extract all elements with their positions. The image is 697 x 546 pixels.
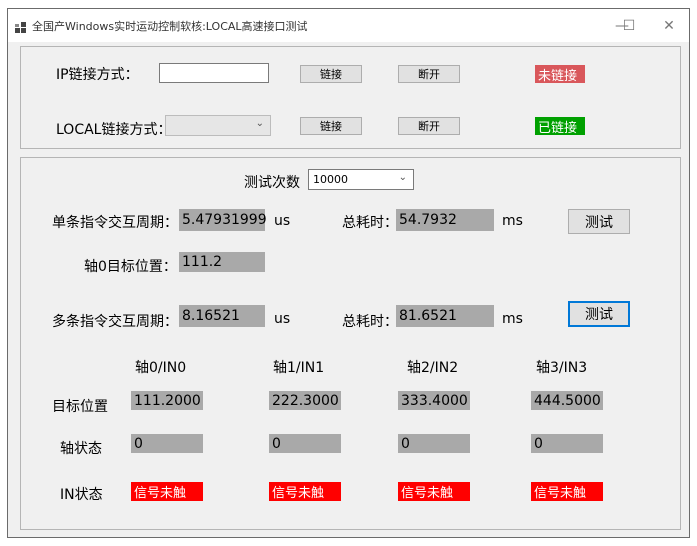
axis-state-value: 0 xyxy=(269,434,341,453)
target-row-label: 目标位置 xyxy=(52,399,108,415)
axis-target-value: 111.2000 xyxy=(131,391,203,410)
axis-state-value: 0 xyxy=(531,434,603,453)
single-cycle-value: 5.47931999 xyxy=(179,209,267,231)
chevron-down-icon: ⌄ xyxy=(398,172,407,183)
local-port-select[interactable]: ⌄ xyxy=(165,115,271,136)
axis-header: 轴0/IN0 xyxy=(135,360,187,376)
multi-total-unit: ms xyxy=(502,311,523,327)
multi-total-label: 总耗时： xyxy=(342,314,398,330)
close-button[interactable]: ✕ xyxy=(646,9,692,42)
multi-total-value: 81.6521 xyxy=(396,305,494,327)
single-total-label: 总耗时： xyxy=(342,215,398,231)
chevron-down-icon: ⌄ xyxy=(255,118,264,129)
in-signal-badge: 信号未触 xyxy=(398,482,470,501)
single-total-value: 54.7932 xyxy=(396,209,494,231)
ip-status-badge: 未链接 xyxy=(535,65,585,84)
axis-target-value: 222.3000 xyxy=(269,391,341,410)
ip-connect-button[interactable]: 链接 xyxy=(300,65,362,83)
multi-test-button[interactable]: 测试 xyxy=(568,301,630,327)
single-cycle-unit: us xyxy=(274,213,291,229)
axis-state-value: 0 xyxy=(131,434,203,453)
local-connect-button[interactable]: 链接 xyxy=(300,117,362,135)
local-disconnect-button[interactable]: 断开 xyxy=(398,117,460,135)
in-row-label: IN状态 xyxy=(60,487,103,503)
maximize-button[interactable]: ☐ xyxy=(614,9,644,42)
multi-cycle-unit: us xyxy=(274,311,291,327)
axis0-target-label: 轴0目标位置： xyxy=(84,259,177,275)
app-icon xyxy=(15,19,27,33)
in-signal-badge: 信号未触 xyxy=(269,482,341,501)
test-count-label: 测试次数 xyxy=(244,175,300,191)
ip-disconnect-button[interactable]: 断开 xyxy=(398,65,460,83)
axis-target-value: 333.4000 xyxy=(398,391,470,410)
axis0-target-value: 111.2 xyxy=(179,252,265,272)
ip-address-input[interactable] xyxy=(159,63,269,83)
axis-header: 轴1/IN1 xyxy=(273,360,325,376)
axis-header: 轴2/IN2 xyxy=(407,360,459,376)
in-signal-badge: 信号未触 xyxy=(131,482,203,501)
window-title: 全国产Windows实时运动控制软核:LOCAL高速接口测试 xyxy=(32,20,308,33)
test-count-select[interactable]: 10000 ⌄ xyxy=(308,169,414,190)
local-status-badge: 已链接 xyxy=(535,117,585,136)
in-signal-badge: 信号未触 xyxy=(531,482,603,501)
single-total-unit: ms xyxy=(502,213,523,229)
axis-target-value: 444.5000 xyxy=(531,391,603,410)
axis-header: 轴3/IN3 xyxy=(536,360,588,376)
axis-state-value: 0 xyxy=(398,434,470,453)
state-row-label: 轴状态 xyxy=(60,441,102,457)
single-cycle-label: 单条指令交互周期： xyxy=(52,215,178,231)
ip-link-label: IP链接方式： xyxy=(56,67,139,83)
local-link-label: LOCAL链接方式： xyxy=(56,122,172,138)
multi-cycle-label: 多条指令交互周期： xyxy=(52,314,178,330)
single-test-button[interactable]: 测试 xyxy=(568,209,630,234)
multi-cycle-value: 8.16521 xyxy=(179,305,265,327)
test-count-value: 10000 xyxy=(313,173,348,186)
